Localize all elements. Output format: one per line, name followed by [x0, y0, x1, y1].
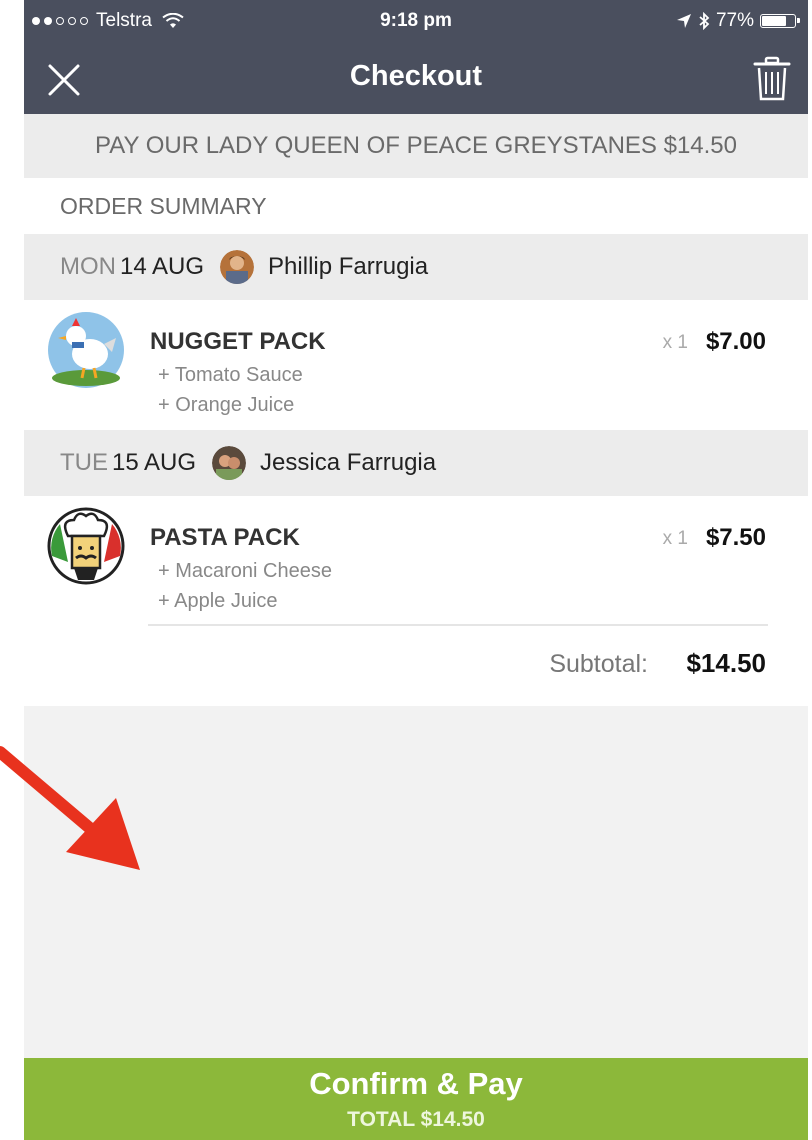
battery-icon — [760, 14, 800, 28]
day-header: TUE 15 AUG Jessica Farrugia — [24, 430, 808, 496]
page-title: Checkout — [349, 60, 483, 92]
avatar — [220, 250, 255, 284]
nav-bar: Checkout — [24, 42, 808, 114]
child-name: Jessica Farrugia — [260, 449, 437, 476]
item-option: + Orange Juice — [158, 394, 295, 416]
item-option: + Tomato Sauce — [158, 364, 303, 386]
day-header: MON 14 AUG Phillip Farrugia — [24, 234, 808, 300]
day-of-week: MON — [60, 253, 116, 280]
item-name: PASTA PACK — [150, 524, 300, 551]
subtotal-row: Subtotal: $14.50 — [24, 626, 808, 706]
battery-percent: 77% — [715, 10, 754, 31]
trash-icon[interactable] — [752, 56, 792, 102]
status-right: 77% — [676, 10, 800, 32]
status-bar: Telstra 9:18 pm 77% — [24, 0, 808, 42]
order-list: ORDER SUMMARY MON 14 AUG Phillip Farrugi… — [24, 178, 808, 706]
order-item[interactable]: NUGGET PACK x 1 $7.00 + Tomato Sauce + O… — [24, 300, 808, 430]
order-summary-header: ORDER SUMMARY — [24, 178, 808, 234]
annotation-arrow-icon — [0, 746, 140, 870]
chicken-icon — [48, 312, 124, 388]
avatar — [212, 446, 247, 480]
chef-icon — [47, 507, 125, 585]
checkout-screen: Telstra 9:18 pm 77% Checkout PAY OUR LAD… — [24, 0, 808, 1140]
item-option: + Macaroni Cheese — [158, 560, 332, 582]
bluetooth-icon — [699, 12, 710, 30]
confirm-pay-label: Confirm & Pay — [309, 1066, 523, 1101]
confirm-total: TOTAL $14.50 — [347, 1108, 485, 1131]
item-price: $7.50 — [705, 524, 766, 551]
day-of-week: TUE — [60, 449, 108, 476]
order-date: 14 AUG — [120, 253, 205, 280]
item-price: $7.00 — [705, 328, 766, 355]
confirm-pay-button[interactable]: Confirm & Pay TOTAL $14.50 — [24, 1058, 808, 1140]
item-name: NUGGET PACK — [150, 328, 326, 355]
item-quantity: x 1 — [662, 332, 688, 353]
battery-level — [762, 16, 787, 26]
pay-banner: PAY OUR LADY QUEEN OF PEACE GREYSTANES $… — [24, 114, 808, 178]
order-item[interactable]: PASTA PACK x 1 $7.50 + Macaroni Cheese +… — [24, 496, 808, 626]
order-date: 15 AUG — [112, 449, 197, 476]
subtotal-label: Subtotal: — [549, 650, 648, 678]
item-option: + Apple Juice — [158, 590, 278, 612]
location-icon — [676, 14, 691, 28]
subtotal-value: $14.50 — [686, 648, 766, 678]
item-quantity: x 1 — [662, 528, 688, 549]
child-name: Phillip Farrugia — [268, 253, 429, 280]
